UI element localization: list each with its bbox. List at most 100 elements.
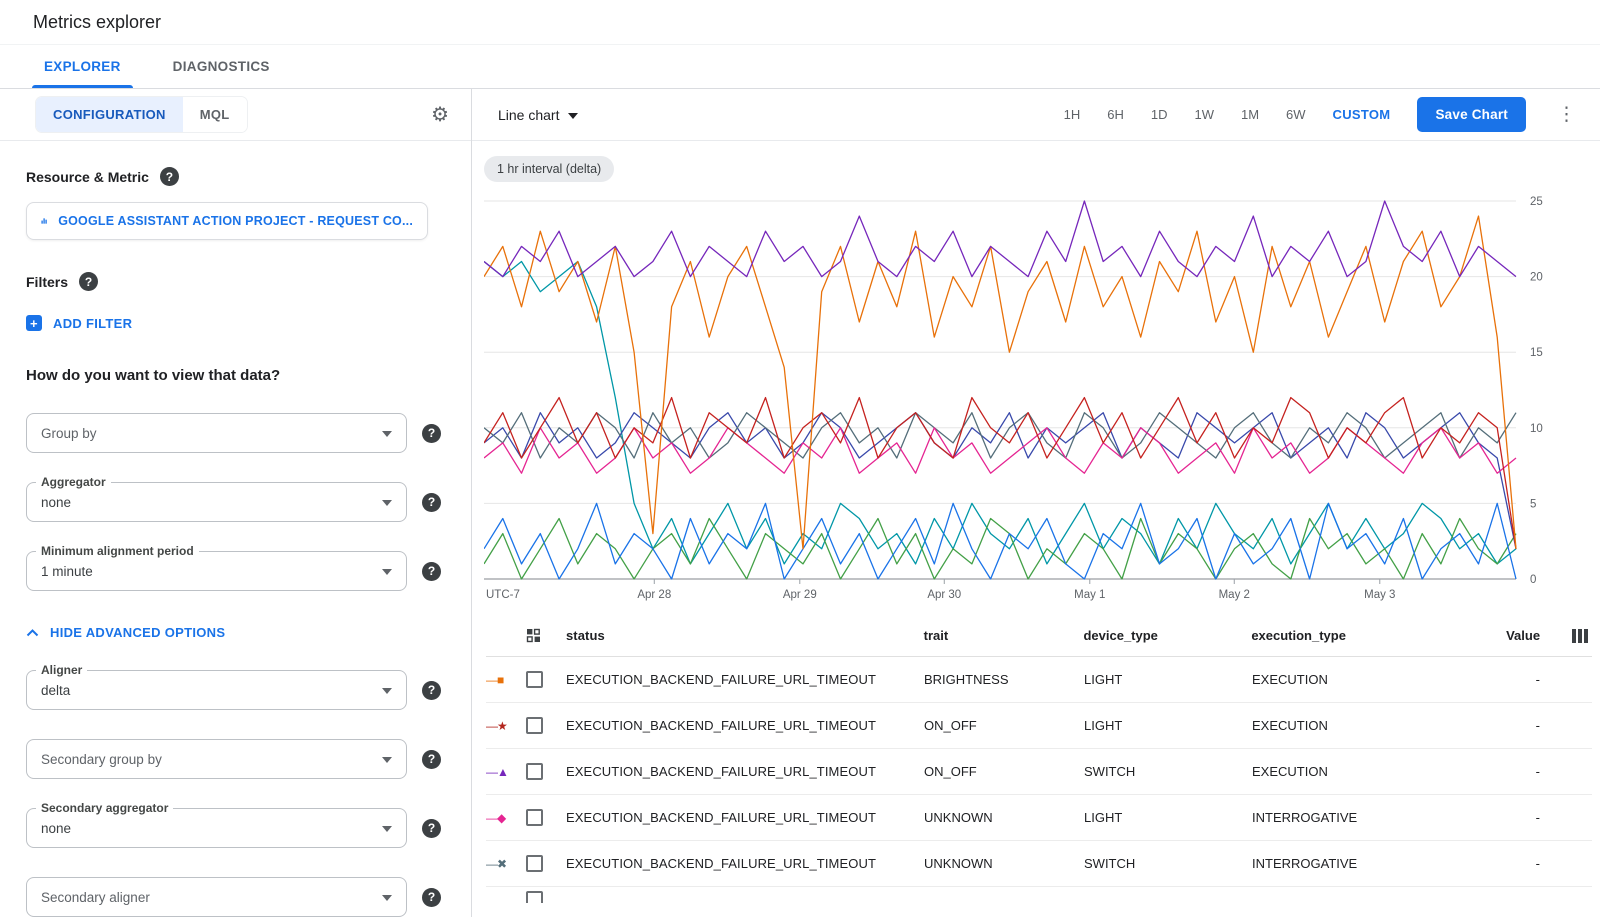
chevron-down-icon: [382, 431, 392, 437]
field-value: none: [41, 495, 71, 510]
field-value: Group by: [41, 426, 97, 441]
add-filter-label: ADD FILTER: [53, 316, 132, 331]
chart-type-label: Line chart: [498, 107, 559, 123]
table-row: —▲EXECUTION_BACKEND_FAILURE_URL_TIMEOUTO…: [486, 749, 1592, 795]
checkbox-cell: [526, 671, 566, 688]
left-content: Resource & Metric ? GOOGLE ASSISTANT ACT…: [0, 141, 471, 917]
legend-rows: —■EXECUTION_BACKEND_FAILURE_URL_TIMEOUTB…: [486, 657, 1592, 903]
range-1w[interactable]: 1W: [1194, 107, 1214, 122]
min-alignment-period-select[interactable]: Minimum alignment period 1 minute: [26, 551, 407, 591]
configuration-tab[interactable]: CONFIGURATION: [36, 97, 183, 132]
range-6h[interactable]: 6H: [1107, 107, 1124, 122]
cell-value: -: [1507, 672, 1556, 687]
table-row: —■ EXECUTION_BACKEND_FAILURE_URL_TIMEOUTB…: [486, 657, 1592, 703]
cell-trait: BRIGHTNESS: [924, 672, 1084, 687]
range-custom[interactable]: CUSTOM: [1333, 107, 1391, 122]
table-row: —✖EXECUTION_BACKEND_FAILURE_URL_TIMEOUTU…: [486, 841, 1592, 887]
legend-grid-icon[interactable]: [526, 628, 566, 643]
metric-chip[interactable]: GOOGLE ASSISTANT ACTION PROJECT - REQUES…: [26, 202, 428, 240]
cell-value: -: [1507, 718, 1556, 733]
aligner-select[interactable]: Aligner delta: [26, 670, 407, 710]
cell-value: -: [1507, 764, 1556, 779]
row-checkbox[interactable]: [526, 855, 543, 872]
column-trait[interactable]: trait: [924, 628, 1084, 643]
save-chart-button[interactable]: Save Chart: [1417, 97, 1526, 132]
chevron-down-icon: [568, 113, 578, 119]
help-icon[interactable]: ?: [422, 493, 441, 512]
series-marker-icon: —◆: [486, 811, 526, 825]
mql-tab[interactable]: MQL: [183, 97, 247, 132]
row-checkbox[interactable]: [526, 717, 543, 734]
filters-section: Filters ?: [26, 272, 441, 291]
range-1m[interactable]: 1M: [1241, 107, 1259, 122]
chart-zone: 1 hr interval (delta) 0510152025UTC-7Apr…: [472, 141, 1600, 607]
y-tick-label: 20: [1530, 272, 1543, 284]
table-row-partial: [486, 887, 1592, 903]
configuration-panel: CONFIGURATION MQL ⚙ Resource & Metric ? …: [0, 89, 472, 917]
group-by-select[interactable]: Group by: [26, 413, 407, 453]
kebab-menu-icon[interactable]: ⋮: [1553, 103, 1580, 126]
row-checkbox[interactable]: [526, 891, 543, 903]
line-chart[interactable]: 0510152025UTC-7Apr 28Apr 29Apr 30May 1Ma…: [484, 189, 1584, 607]
filters-label: Filters: [26, 274, 68, 290]
series-line-navy-series: [484, 413, 1516, 549]
column-execution-type[interactable]: execution_type: [1251, 628, 1506, 643]
chart-type-dropdown[interactable]: Line chart: [498, 107, 578, 123]
series-marker-icon: —■: [486, 673, 526, 687]
column-value[interactable]: Value: [1506, 628, 1556, 643]
range-1h[interactable]: 1H: [1064, 107, 1081, 122]
cell-device-type: LIGHT: [1084, 672, 1252, 687]
cell-status: EXECUTION_BACKEND_FAILURE_URL_TIMEOUT: [566, 672, 924, 687]
row-checkbox[interactable]: [526, 763, 543, 780]
aggregator-select[interactable]: Aggregator none: [26, 482, 407, 522]
checkbox-cell: [526, 763, 566, 780]
cell-execution-type: INTERROGATIVE: [1252, 810, 1507, 825]
chevron-down-icon: [382, 500, 392, 506]
main-area: CONFIGURATION MQL ⚙ Resource & Metric ? …: [0, 89, 1600, 917]
column-settings-icon[interactable]: [1556, 629, 1592, 643]
row-checkbox[interactable]: [526, 671, 543, 688]
tab-diagnostics[interactable]: DIAGNOSTICS: [147, 45, 296, 88]
chevron-down-icon: [382, 826, 392, 832]
series-marker-icon: —★: [486, 719, 526, 733]
chart-toolbar: Line chart 1H 6H 1D 1W 1M 6W CUSTOM Save…: [472, 89, 1600, 141]
hide-advanced-options-toggle[interactable]: HIDE ADVANCED OPTIONS: [26, 625, 441, 640]
legend-table: status trait device_type execution_type …: [472, 615, 1600, 917]
x-tick-label: May 3: [1364, 589, 1395, 601]
cell-status: EXECUTION_BACKEND_FAILURE_URL_TIMEOUT: [566, 810, 924, 825]
settings-gear-icon[interactable]: ⚙: [431, 102, 449, 127]
chevron-down-icon: [382, 688, 392, 694]
add-filter-button[interactable]: + ADD FILTER: [26, 315, 441, 331]
plus-icon: +: [26, 315, 42, 331]
range-1d[interactable]: 1D: [1151, 107, 1168, 122]
row-checkbox[interactable]: [526, 809, 543, 826]
secondary-aggregator-select[interactable]: Secondary aggregator none: [26, 808, 407, 848]
help-icon[interactable]: ?: [422, 888, 441, 907]
help-icon[interactable]: ?: [422, 750, 441, 769]
x-axis-timezone-label: UTC-7: [486, 589, 520, 601]
resource-metric-label: Resource & Metric: [26, 169, 149, 185]
range-6w[interactable]: 6W: [1286, 107, 1306, 122]
help-icon[interactable]: ?: [160, 167, 179, 186]
help-icon[interactable]: ?: [422, 562, 441, 581]
config-mql-toggle: CONFIGURATION MQL: [36, 97, 247, 132]
checkbox-cell: [526, 855, 566, 872]
help-icon[interactable]: ?: [422, 819, 441, 838]
interval-chip[interactable]: 1 hr interval (delta): [484, 156, 614, 182]
secondary-aligner-select[interactable]: Secondary aligner: [26, 877, 407, 917]
series-line-purple-series: [484, 201, 1516, 277]
cell-device-type: LIGHT: [1084, 810, 1252, 825]
column-device-type[interactable]: device_type: [1083, 628, 1251, 643]
help-icon[interactable]: ?: [79, 272, 98, 291]
table-row: —◆EXECUTION_BACKEND_FAILURE_URL_TIMEOUTU…: [486, 795, 1592, 841]
y-tick-label: 15: [1530, 347, 1543, 359]
help-icon[interactable]: ?: [422, 424, 441, 443]
cell-value: -: [1507, 810, 1556, 825]
help-icon[interactable]: ?: [422, 681, 441, 700]
tab-explorer[interactable]: EXPLORER: [18, 45, 147, 88]
field-value: Secondary group by: [41, 752, 162, 767]
secondary-group-by-select[interactable]: Secondary group by: [26, 739, 407, 779]
column-status[interactable]: status: [566, 628, 924, 643]
cell-trait: UNKNOWN: [924, 856, 1084, 871]
left-toolbar: CONFIGURATION MQL ⚙: [0, 89, 471, 141]
